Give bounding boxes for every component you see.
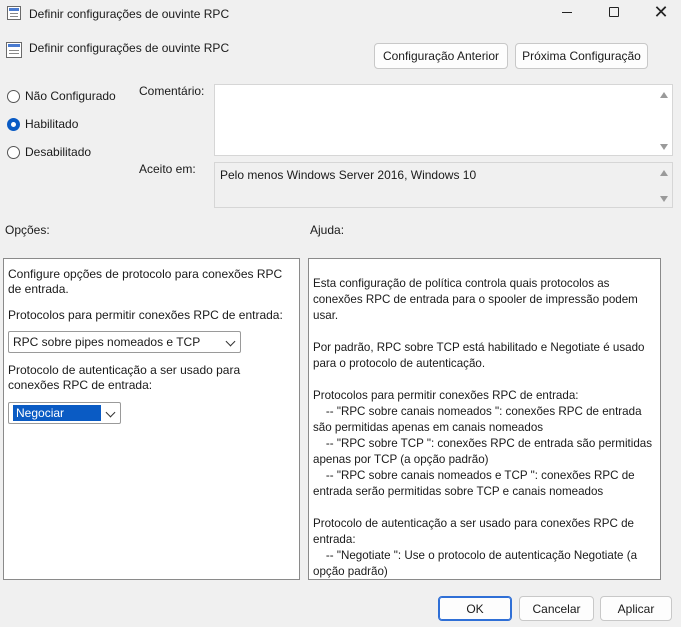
setting-icon	[6, 42, 22, 58]
scroll-down-icon[interactable]	[660, 196, 668, 202]
help-panel: Esta configuração de política controla q…	[308, 258, 661, 580]
protocols-label: Protocolos para permitir conexões RPC de…	[8, 308, 283, 322]
supported-label: Aceito em:	[139, 162, 196, 176]
help-text: Esta configuração de política controla q…	[313, 277, 653, 578]
auth-dropdown[interactable]: Negociar	[8, 402, 121, 424]
previous-setting-button[interactable]: Configuração Anterior	[374, 43, 508, 69]
radio-circle-checked[interactable]	[7, 117, 20, 131]
maximize-icon	[609, 7, 619, 17]
apply-button[interactable]: Aplicar	[600, 596, 672, 621]
cancel-button[interactable]: Cancelar	[519, 596, 594, 621]
ok-button[interactable]: OK	[438, 596, 512, 621]
close-icon: ✕	[653, 2, 669, 22]
radio-label: Não Configurado	[25, 89, 116, 103]
supported-box: Pelo menos Windows Server 2016, Windows …	[214, 162, 673, 208]
comment-textarea[interactable]	[214, 84, 673, 156]
options-label: Opções:	[5, 223, 50, 237]
close-button[interactable]: ✕	[641, 0, 681, 24]
scroll-down-icon[interactable]	[660, 144, 668, 150]
supported-value: Pelo menos Windows Server 2016, Windows …	[220, 168, 477, 182]
radio-not-configured[interactable]: Não Configurado	[7, 89, 116, 103]
radio-enabled[interactable]: Habilitado	[7, 117, 78, 131]
protocols-dropdown[interactable]: RPC sobre pipes nomeados e TCP	[8, 331, 241, 353]
help-label: Ajuda:	[310, 223, 345, 237]
radio-circle[interactable]	[7, 89, 20, 103]
options-intro: Configure opções de protocolo para conex…	[8, 267, 283, 296]
chevron-down-icon	[225, 336, 236, 347]
options-panel: Configure opções de protocolo para conex…	[3, 258, 300, 580]
maximize-button[interactable]	[594, 0, 634, 24]
minimize-button[interactable]	[547, 0, 587, 24]
scroll-up-icon[interactable]	[660, 92, 668, 98]
policy-app-icon	[7, 6, 21, 20]
radio-circle[interactable]	[7, 145, 20, 159]
protocols-selected-value: RPC sobre pipes nomeados e TCP	[13, 335, 201, 349]
chevron-down-icon	[105, 407, 116, 418]
window-title: Definir configurações de ouvinte RPC	[29, 7, 230, 21]
setting-title: Definir configurações de ouvinte RPC	[29, 41, 230, 55]
radio-label: Desabilitado	[25, 145, 92, 159]
comment-label: Comentário:	[139, 84, 205, 98]
title-bar: Definir configurações de ouvinte RPC ✕	[0, 0, 681, 26]
minimize-icon	[562, 11, 572, 13]
auth-selected-value: Negociar	[13, 405, 101, 421]
radio-label: Habilitado	[25, 117, 79, 131]
next-setting-button[interactable]: Próxima Configuração	[515, 43, 648, 69]
auth-label: Protocolo de autenticação a ser usado pa…	[8, 363, 241, 392]
scroll-up-icon[interactable]	[660, 170, 668, 176]
radio-disabled[interactable]: Desabilitado	[7, 145, 91, 159]
